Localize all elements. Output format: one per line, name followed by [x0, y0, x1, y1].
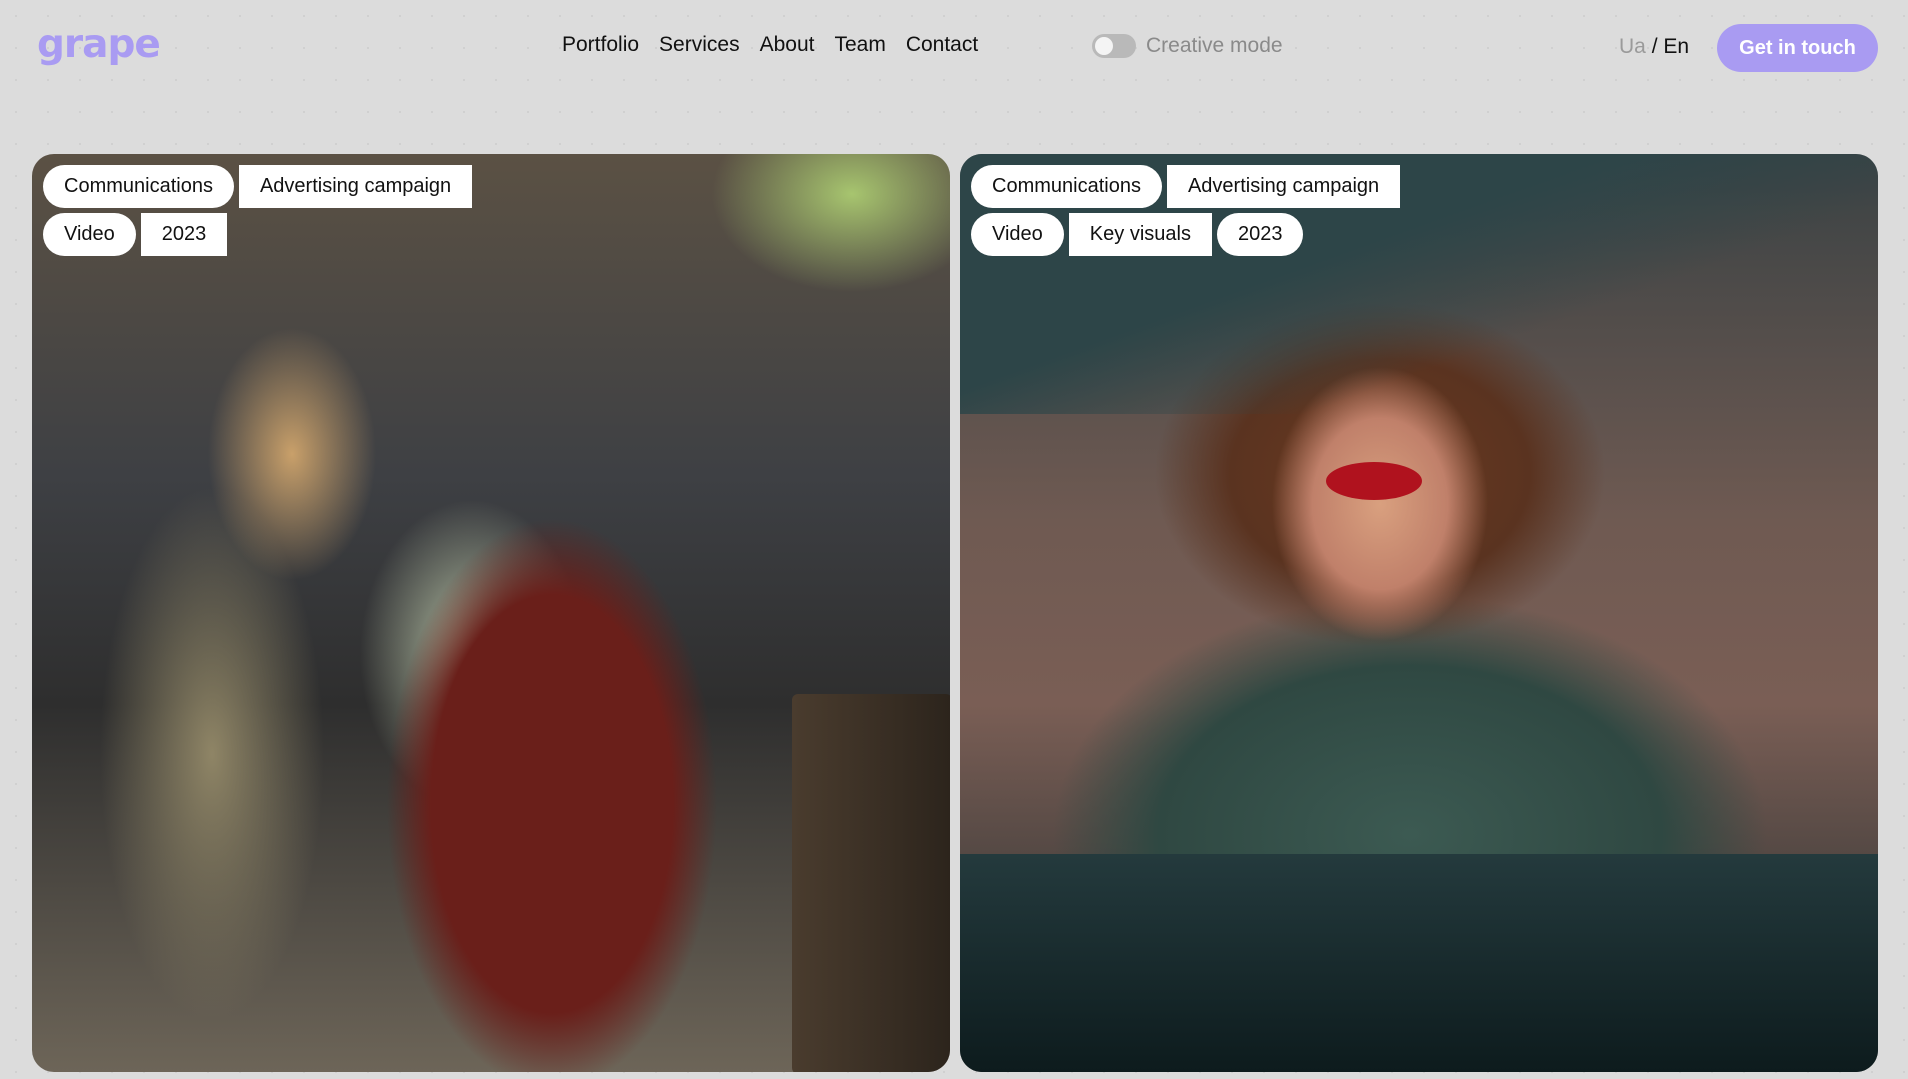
logo[interactable]: grape: [37, 22, 161, 67]
tag[interactable]: Video: [971, 213, 1064, 256]
nav-link-portfolio[interactable]: Portfolio: [562, 33, 639, 57]
tag[interactable]: Communications: [971, 165, 1162, 208]
tag[interactable]: Video: [43, 213, 136, 256]
creative-mode-switch: Creative mode: [1092, 34, 1283, 58]
lang-ua-link[interactable]: Ua: [1619, 35, 1646, 58]
language-switcher: Ua / En: [1619, 35, 1689, 59]
tag[interactable]: Communications: [43, 165, 234, 208]
tag[interactable]: Advertising campaign: [1166, 165, 1401, 208]
image-detail: [1326, 462, 1422, 500]
nav-link-services[interactable]: Services: [659, 33, 740, 57]
nav-link-contact[interactable]: Contact: [906, 33, 978, 57]
tag[interactable]: 2023: [1216, 213, 1304, 256]
tag[interactable]: Advertising campaign: [238, 165, 473, 208]
nav-link-about[interactable]: About: [760, 33, 815, 57]
project-tags: Communications Advertising campaign Vide…: [43, 165, 473, 261]
main-nav: Portfolio Services About Team Contact: [562, 33, 978, 57]
toggle-knob: [1095, 37, 1113, 55]
nav-link-team[interactable]: Team: [834, 33, 885, 57]
project-card[interactable]: Communications Advertising campaign Vide…: [960, 154, 1878, 1072]
lang-separator: /: [1651, 35, 1658, 58]
project-tags: Communications Advertising campaign Vide…: [971, 165, 1401, 261]
tag[interactable]: 2023: [140, 213, 228, 256]
project-image: [32, 154, 950, 1072]
site-header: grape Portfolio Services About Team Cont…: [0, 0, 1908, 96]
lang-en-link[interactable]: En: [1663, 35, 1689, 58]
get-in-touch-button[interactable]: Get in touch: [1717, 24, 1878, 72]
project-image: [960, 154, 1878, 1072]
creative-mode-toggle[interactable]: [1092, 34, 1136, 58]
tag[interactable]: Key visuals: [1068, 213, 1212, 256]
creative-mode-label: Creative mode: [1146, 34, 1283, 57]
project-card[interactable]: Communications Advertising campaign Vide…: [32, 154, 950, 1072]
